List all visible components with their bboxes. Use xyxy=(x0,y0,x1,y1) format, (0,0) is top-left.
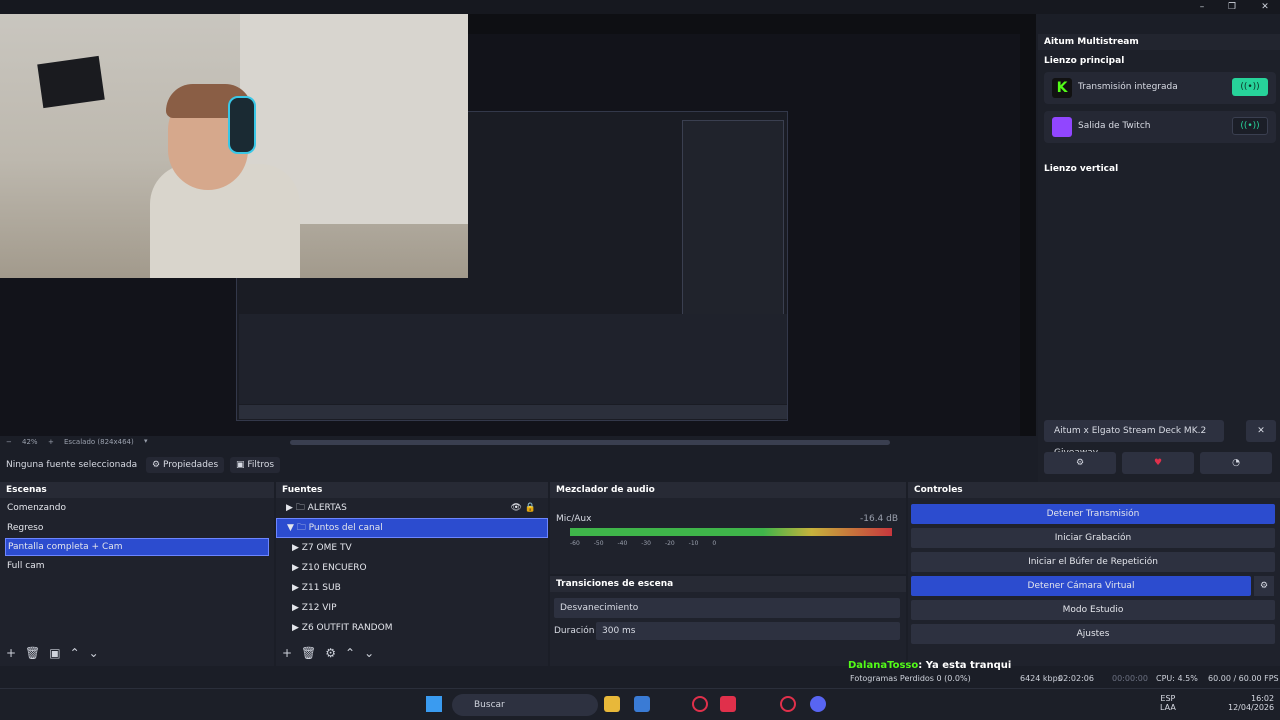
kick-icon: K xyxy=(1052,78,1072,98)
zoom-bar: − 42% + Escalado (824x464) ▾ xyxy=(0,436,1036,450)
discord-icon[interactable]: ◔ xyxy=(1200,452,1272,474)
scenes-dock: Escenas Comenzando Regreso Pantalla comp… xyxy=(0,482,274,666)
vertical-canvas-heading: Lienzo vertical xyxy=(1044,164,1119,174)
scene-item[interactable]: Comenzando xyxy=(0,498,274,518)
settings-button[interactable]: Ajustes xyxy=(911,624,1275,644)
scene-item-selected[interactable]: Pantalla completa + Cam xyxy=(5,538,269,556)
opera-icon[interactable] xyxy=(692,696,708,712)
source-item[interactable]: ▶ Z12 VIP xyxy=(276,598,548,618)
output-row-kick: K Transmisión integrada ((•)) xyxy=(1044,72,1276,104)
main-canvas-heading: Lienzo principal xyxy=(1044,56,1125,66)
source-group[interactable]: ▶ 🗀 ALERTAS 👁 🔒 xyxy=(276,498,548,518)
replay-buffer-button[interactable]: Iniciar el Búfer de Repetición xyxy=(911,552,1275,572)
multistream-dock: Aitum Multistream Lienzo principal K Tra… xyxy=(1038,34,1280,482)
title-bar: – ❐ ✕ xyxy=(0,0,1280,14)
scenes-toolbar[interactable]: +🗑▣⌃⌄ xyxy=(6,646,108,660)
tiktok-icon[interactable] xyxy=(720,696,736,712)
rec-time: 00:00:00 xyxy=(1112,674,1148,683)
output-toggle-on[interactable]: ((•)) xyxy=(1232,78,1268,96)
maximize-button[interactable]: ❐ xyxy=(1225,1,1239,13)
horizontal-scrollbar[interactable] xyxy=(290,440,890,445)
sources-toolbar[interactable]: +🗑⚙⌃⌄ xyxy=(282,646,383,660)
photos-icon[interactable] xyxy=(634,696,650,712)
zoom-out-button[interactable]: − xyxy=(6,438,12,446)
start-recording-button[interactable]: Iniciar Grabación xyxy=(911,528,1275,548)
mixer-title: Mezclador de audio xyxy=(550,482,906,498)
fps: 60.00 / 60.00 FPS xyxy=(1208,674,1279,683)
stop-stream-button[interactable]: Detener Transmisión xyxy=(911,504,1275,524)
heart-icon[interactable]: ♥ xyxy=(1122,452,1194,474)
eye-icon[interactable]: 👁 🔒 xyxy=(511,498,537,518)
source-item[interactable]: ▶ Z7 OME TV xyxy=(276,538,548,558)
search-box[interactable]: Buscar xyxy=(452,694,598,716)
source-toolbar: Ninguna fuente seleccionada ⚙ Propiedade… xyxy=(0,454,1036,476)
minimize-button[interactable]: – xyxy=(1195,1,1209,13)
preview-panel xyxy=(0,14,1036,450)
chat-overlay: DalanaTosso: Ya esta tranqui xyxy=(848,660,1011,671)
virtual-cam-settings-icon[interactable]: ⚙ xyxy=(1254,576,1274,596)
source-item[interactable]: ▶ Z11 SUB xyxy=(276,578,548,598)
close-window-button[interactable]: ✕ xyxy=(1258,1,1272,13)
file-explorer-icon[interactable] xyxy=(604,696,620,712)
mixer-dock: Mezclador de audio Mic/Aux -16.4 dB -60 … xyxy=(550,482,906,574)
scene-item[interactable]: Full cam xyxy=(0,556,274,576)
sources-title: Fuentes xyxy=(276,482,548,498)
zoom-level: 42% xyxy=(22,438,38,446)
meter-ticks: -60 -50 -40 -30 -20 -10 0 xyxy=(570,540,717,547)
stream-time: 02:02:06 xyxy=(1058,674,1094,683)
windows-start-icon[interactable] xyxy=(426,696,442,712)
stop-virtual-cam-button[interactable]: Detener Cámara Virtual xyxy=(911,576,1251,596)
discord-taskbar-icon[interactable] xyxy=(810,696,826,712)
obs-icon[interactable] xyxy=(780,696,796,712)
giveaway-close-button[interactable]: ✕ xyxy=(1246,420,1276,442)
channel-level: -16.4 dB xyxy=(860,514,899,524)
output-row-twitch: Salida de Twitch ((•)) xyxy=(1044,111,1276,143)
language-indicator[interactable]: ESP LAA xyxy=(1160,694,1176,712)
controls-title: Controles xyxy=(908,482,1280,498)
settings-gear-icon[interactable]: ⚙ xyxy=(1044,452,1116,474)
output-toggle-off[interactable]: ((•)) xyxy=(1232,117,1268,135)
multistream-title: Aitum Multistream xyxy=(1038,34,1280,50)
clock[interactable]: 16:02 12/04/2026 xyxy=(1228,694,1274,712)
twitch-icon xyxy=(1052,117,1072,137)
chevron-down-icon[interactable]: ▾ xyxy=(144,437,148,445)
no-source-label: Ninguna fuente seleccionada xyxy=(6,460,138,470)
duration-input[interactable]: 300 ms xyxy=(596,622,900,640)
webcam-feed xyxy=(0,14,468,278)
chat-user: DalanaTosso xyxy=(848,660,919,671)
scenes-title: Escenas xyxy=(0,482,274,498)
zoom-in-button[interactable]: + xyxy=(48,438,54,446)
transitions-dock: Transiciones de escena Desvanecimiento D… xyxy=(550,576,906,666)
channel-name: Mic/Aux xyxy=(556,514,592,524)
bitrate: 6424 kbps xyxy=(1020,674,1062,683)
status-bar: Fotogramas Perdidos 0 (0.0%) 6424 kbps 0… xyxy=(0,672,1280,688)
transition-select[interactable]: Desvanecimiento xyxy=(554,598,900,618)
source-item[interactable]: ▶ Z6 OUTFIT RANDOM xyxy=(276,618,548,638)
chat-message: : Ya esta tranqui xyxy=(918,660,1012,671)
sources-dock: Fuentes ▶ 🗀 ALERTAS 👁 🔒 ▼ 🗀 Puntos del ca… xyxy=(276,482,548,666)
source-group-selected[interactable]: ▼ 🗀 Puntos del canal xyxy=(276,518,548,538)
output-label: Transmisión integrada xyxy=(1078,82,1178,92)
dropped-frames: Fotogramas Perdidos 0 (0.0%) xyxy=(850,674,971,683)
scene-item[interactable]: Regreso xyxy=(0,518,274,538)
filters-button[interactable]: ▣ Filtros xyxy=(230,457,281,473)
giveaway-banner[interactable]: Aitum x Elgato Stream Deck MK.2 Giveaway xyxy=(1044,420,1224,458)
duration-label: Duración xyxy=(554,626,595,636)
transitions-title: Transiciones de escena xyxy=(550,576,906,592)
properties-button[interactable]: ⚙ Propiedades xyxy=(146,457,225,473)
output-label: Salida de Twitch xyxy=(1078,121,1151,131)
volume-meter xyxy=(570,528,892,536)
studio-mode-button[interactable]: Modo Estudio xyxy=(911,600,1275,620)
source-item[interactable]: ▶ Z10 ENCUERO xyxy=(276,558,548,578)
scale-label: Escalado (824x464) xyxy=(64,438,134,446)
cpu: CPU: 4.5% xyxy=(1156,674,1198,683)
